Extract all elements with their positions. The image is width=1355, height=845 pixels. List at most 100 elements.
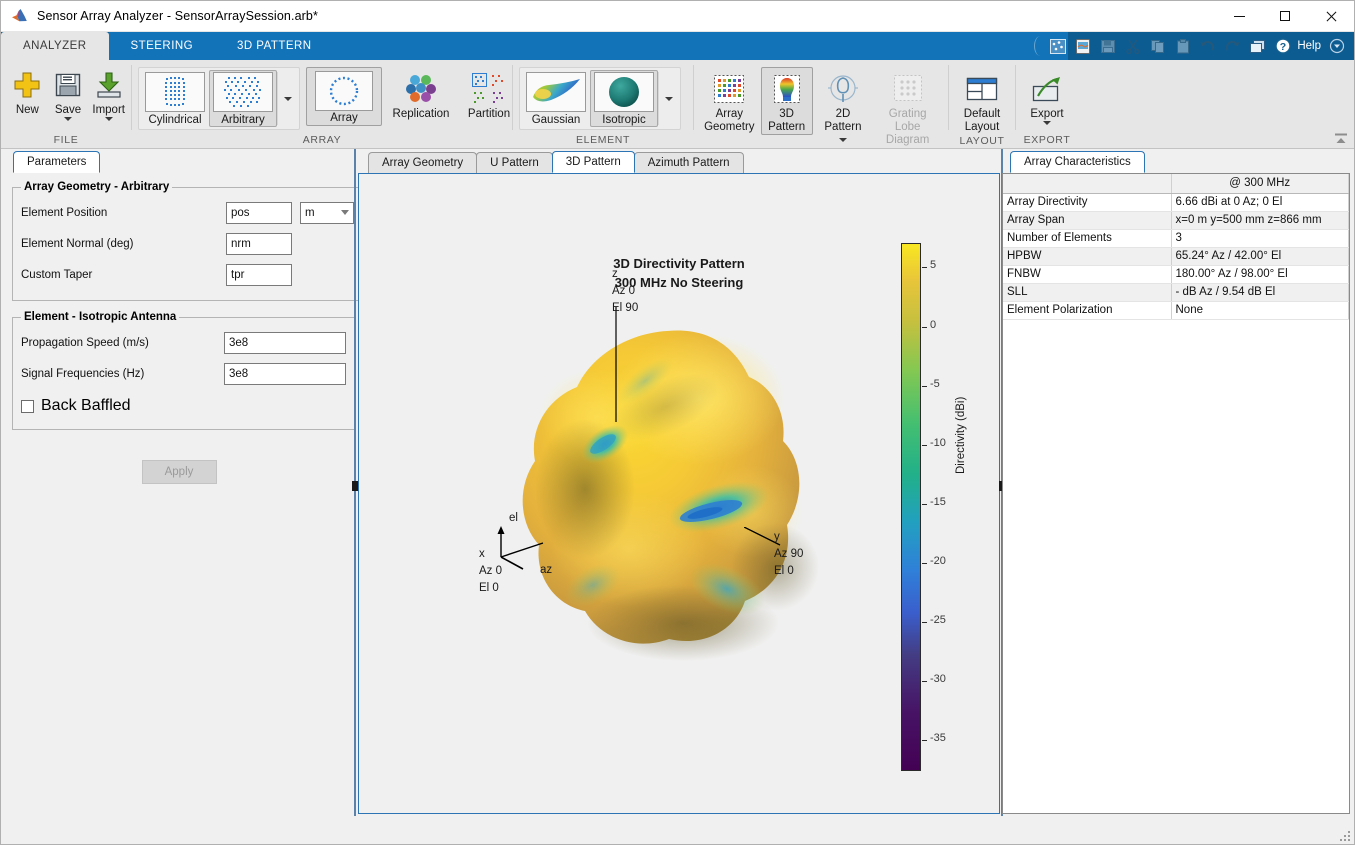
table-row[interactable]: Number of Elements 3	[1003, 229, 1349, 247]
array-button[interactable]: Array	[306, 67, 382, 126]
3d-pattern-plot-area[interactable]: 3D Directivity Pattern 300 MHz No Steeri…	[358, 173, 1000, 814]
element-gallery-item-isotropic[interactable]: Isotropic	[590, 70, 658, 127]
undo-icon	[1196, 35, 1219, 57]
default-layout-button[interactable]: DefaultLayout	[956, 67, 1008, 134]
table-row[interactable]: FNBW 180.00° Az / 98.00° El	[1003, 265, 1349, 283]
element-normal-input[interactable]: nrm	[226, 233, 292, 255]
partition-label: Partition	[468, 108, 510, 121]
3d-pattern-button[interactable]: 3DPattern	[761, 67, 813, 135]
table-row[interactable]: Array Span x=0 m y=500 mm z=866 mm	[1003, 211, 1349, 229]
left-splitter[interactable]	[352, 149, 357, 822]
import-button[interactable]: Import	[92, 65, 125, 121]
new-session-icon[interactable]	[1046, 35, 1069, 57]
tab-u-pattern[interactable]: U Pattern	[476, 152, 553, 173]
characteristics-content: @ 300 MHz Array Directivity 6.66 dBi at …	[1002, 173, 1350, 814]
el-axis-label: el	[509, 512, 518, 524]
x-axis-label-line3: El 0	[479, 580, 502, 597]
row-value-element-polarization: None	[1171, 301, 1349, 319]
array-geometry-legend: Array Geometry - Arbitrary	[21, 181, 172, 193]
layout-icon[interactable]	[1246, 35, 1269, 57]
cut-icon	[1121, 35, 1144, 57]
replication-icon	[402, 70, 440, 108]
ribbon-group-layout-label: LAYOUT	[949, 134, 1015, 149]
row-value-hpbw: 65.24° Az / 42.00° El	[1171, 247, 1349, 265]
save-caret-icon[interactable]	[64, 117, 72, 121]
row-label-hpbw: HPBW	[1003, 247, 1171, 265]
row-label-number-of-elements: Number of Elements	[1003, 229, 1171, 247]
table-row[interactable]: Element Polarization None	[1003, 301, 1349, 319]
export-caret-icon[interactable]	[1043, 121, 1051, 125]
array-gallery-item-cylindrical[interactable]: Cylindrical	[141, 70, 209, 127]
apply-button[interactable]: Apply	[142, 460, 217, 484]
import-caret-icon[interactable]	[105, 117, 113, 121]
signal-frequencies-input[interactable]: 3e8	[224, 363, 346, 385]
element-position-row: Element Position pos m	[21, 197, 354, 228]
2d-pattern-button[interactable]: 2DPattern	[817, 67, 870, 147]
close-button[interactable]	[1308, 1, 1354, 32]
status-bar	[1, 816, 1354, 844]
tab-azimuth-pattern[interactable]: Azimuth Pattern	[634, 152, 744, 173]
back-baffled-row[interactable]: Back Baffled	[21, 393, 346, 419]
array-gallery-item-arbitrary[interactable]: Arbitrary	[209, 70, 277, 127]
more-elements-icon[interactable]	[658, 72, 678, 125]
2d-pattern-caret-icon[interactable]	[839, 138, 847, 142]
tab-3d-pattern[interactable]: 3D PATTERN	[215, 32, 333, 60]
plot-panel: Array Geometry U Pattern 3D Pattern Azim…	[358, 151, 1000, 814]
application-window: Sensor Array Analyzer - SensorArraySessi…	[0, 0, 1355, 845]
tab-steering[interactable]: STEERING	[109, 32, 215, 60]
help-icon[interactable]: ?	[1271, 35, 1294, 57]
table-row[interactable]: Array Directivity 6.66 dBi at 0 Az; 0 El	[1003, 193, 1349, 211]
partition-icon	[470, 70, 508, 108]
element-normal-row: Element Normal (deg) nrm	[21, 228, 354, 259]
col-header-name	[1003, 174, 1171, 193]
export-icon	[1030, 70, 1064, 108]
more-icon[interactable]	[1325, 35, 1348, 57]
z-axis-label-line1: z	[612, 266, 638, 283]
new-button[interactable]: New	[11, 65, 44, 116]
export-button[interactable]: Export	[1021, 67, 1073, 125]
colorbar	[901, 243, 921, 771]
tab-parameters[interactable]: Parameters	[13, 151, 100, 173]
back-baffled-checkbox[interactable]	[21, 400, 34, 413]
default-layout-icon	[965, 70, 999, 108]
tab-array-geometry[interactable]: Array Geometry	[368, 152, 477, 173]
save-icon	[1096, 35, 1119, 57]
tab-array-characteristics[interactable]: Array Characteristics	[1010, 151, 1145, 173]
row-label-sll: SLL	[1003, 283, 1171, 301]
element-gallery-label-isotropic: Isotropic	[602, 114, 645, 126]
table-row[interactable]: SLL - dB Az / 9.54 dB El	[1003, 283, 1349, 301]
collapse-ribbon-icon[interactable]	[1332, 130, 1350, 146]
minimize-button[interactable]	[1216, 1, 1262, 32]
table-row[interactable]: HPBW 65.24° Az / 42.00° El	[1003, 247, 1349, 265]
maximize-button[interactable]	[1262, 1, 1308, 32]
more-arrays-icon[interactable]	[277, 72, 297, 125]
ribbon-group-file: New Save	[1, 60, 131, 148]
open-icon[interactable]	[1071, 35, 1094, 57]
save-button[interactable]: Save	[52, 65, 85, 121]
row-value-number-of-elements: 3	[1171, 229, 1349, 247]
help-label[interactable]: Help	[1297, 40, 1321, 52]
propagation-speed-input[interactable]: 3e8	[224, 332, 346, 354]
replication-button[interactable]: Replication	[388, 67, 454, 121]
custom-taper-input[interactable]: tpr	[226, 264, 292, 286]
array-geometry-button[interactable]: ArrayGeometry	[702, 67, 757, 134]
row-value-fnbw: 180.00° Az / 98.00° El	[1171, 265, 1349, 283]
y-axis-label-line3: El 0	[774, 563, 803, 580]
tab-3d-pattern-plot[interactable]: 3D Pattern	[552, 151, 635, 173]
element-legend: Element - Isotropic Antenna	[21, 311, 179, 323]
partition-button[interactable]: Partition	[460, 67, 518, 121]
propagation-speed-row: Propagation Speed (m/s) 3e8	[21, 327, 346, 358]
array-geometry-group: Array Geometry - Arbitrary Element Posit…	[12, 181, 363, 301]
apply-button-wrap: Apply	[5, 460, 353, 484]
isotropic-sphere-icon	[594, 72, 654, 112]
resize-grip-icon[interactable]	[1339, 830, 1351, 842]
element-position-unit-select[interactable]: m	[300, 202, 354, 224]
element-position-input[interactable]: pos	[226, 202, 292, 224]
arbitrary-array-icon	[213, 72, 273, 112]
tab-analyzer[interactable]: ANALYZER	[1, 32, 109, 60]
element-gallery-item-gaussian[interactable]: Gaussian	[522, 70, 590, 127]
gaussian-beam-icon	[526, 72, 586, 112]
save-label: Save	[55, 104, 81, 116]
import-label: Import	[92, 104, 125, 116]
matlab-logo-icon	[11, 8, 28, 24]
